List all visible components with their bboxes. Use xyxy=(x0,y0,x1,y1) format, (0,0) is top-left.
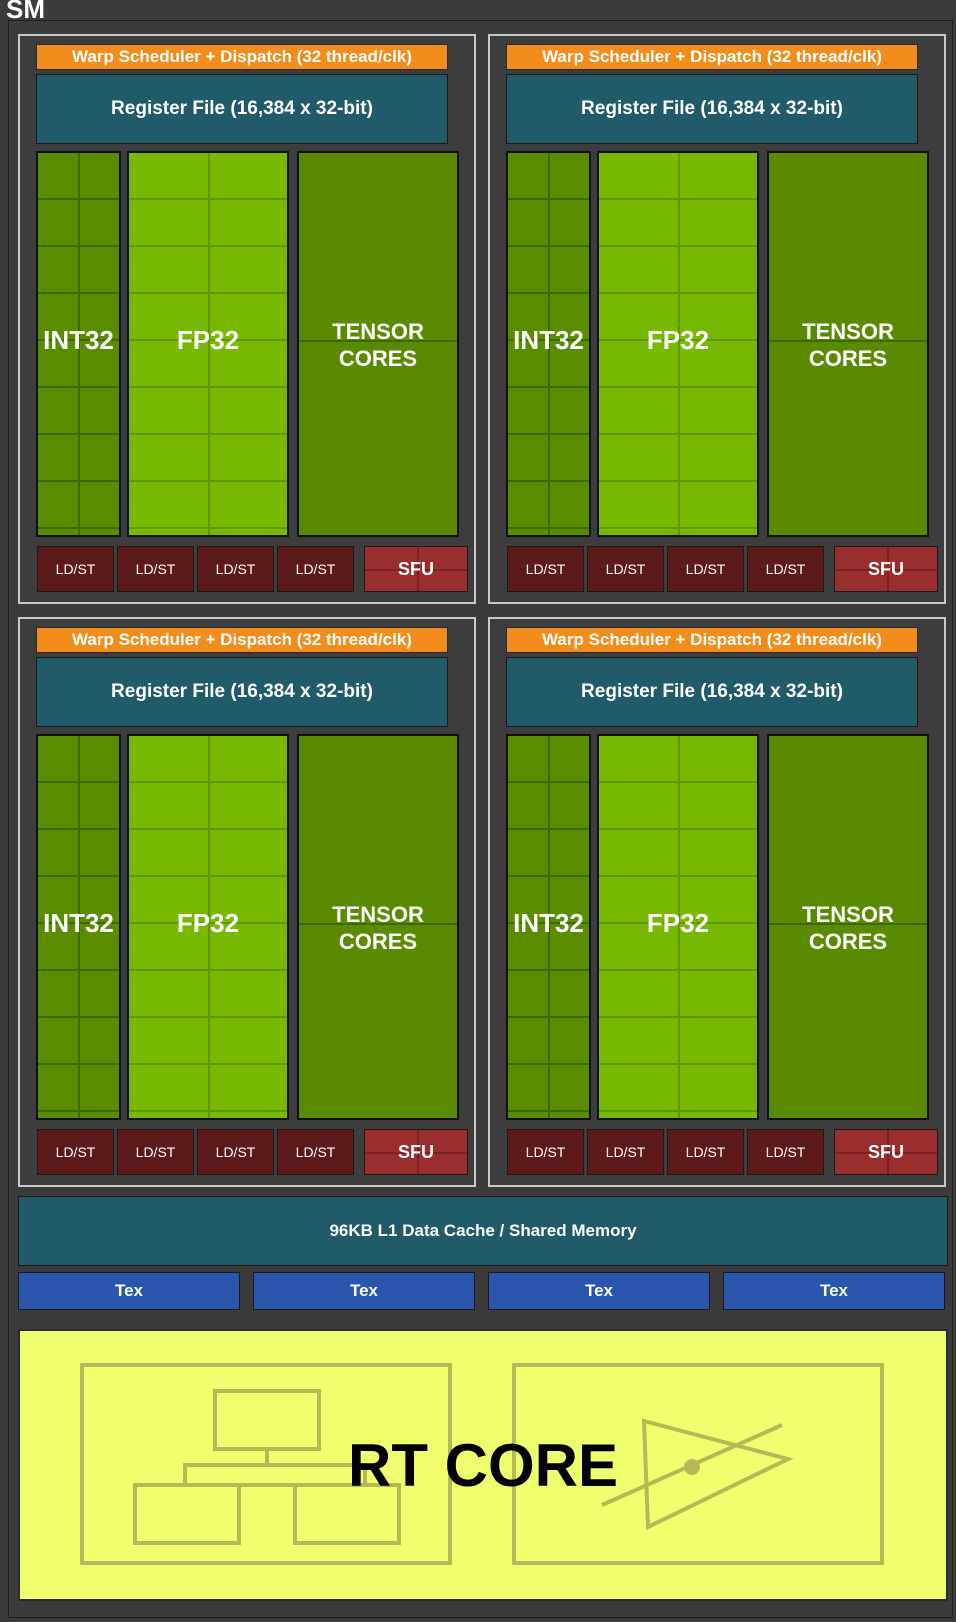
register-file: Register File (16,384 x 32-bit) xyxy=(506,657,918,727)
int32-unit: INT32 xyxy=(506,151,591,537)
int32-label: INT32 xyxy=(513,908,584,938)
sfu-unit: SFU xyxy=(364,1129,468,1175)
ldst-unit: LD/ST xyxy=(507,1129,584,1175)
fp32-label: FP32 xyxy=(646,325,710,355)
int32-label: INT32 xyxy=(43,908,114,938)
int32-label: INT32 xyxy=(43,325,114,355)
tex-unit: Tex xyxy=(723,1272,945,1310)
fp32-label: FP32 xyxy=(176,908,240,938)
tensor-cores-label: TENSOR CORES xyxy=(332,902,424,954)
fp32-unit: FP32 xyxy=(597,734,759,1120)
tensor-cores-label: TENSOR CORES xyxy=(802,902,894,954)
tensor-cores-label: TENSOR CORES xyxy=(802,319,894,371)
tex-unit: Tex xyxy=(253,1272,475,1310)
tensor-cores-unit: TENSOR CORES xyxy=(767,734,929,1120)
fp32-label: FP32 xyxy=(176,325,240,355)
ldst-unit: LD/ST xyxy=(117,546,194,592)
register-file: Register File (16,384 x 32-bit) xyxy=(36,74,448,144)
fp32-unit: FP32 xyxy=(127,734,289,1120)
sm-title: SM xyxy=(6,0,45,24)
rt-core: RT CORE xyxy=(18,1329,948,1601)
ldst-unit: LD/ST xyxy=(667,1129,744,1175)
tensor-cores-unit: TENSOR CORES xyxy=(297,151,459,537)
int32-unit: INT32 xyxy=(506,734,591,1120)
register-file: Register File (16,384 x 32-bit) xyxy=(506,74,918,144)
warp-scheduler: Warp Scheduler + Dispatch (32 thread/clk… xyxy=(506,627,918,653)
int32-unit: INT32 xyxy=(36,734,121,1120)
sm-processing-block: Warp Scheduler + Dispatch (32 thread/clk… xyxy=(488,617,946,1187)
ldst-unit: LD/ST xyxy=(197,1129,274,1175)
ldst-unit: LD/ST xyxy=(277,1129,354,1175)
ldst-unit: LD/ST xyxy=(277,546,354,592)
register-file: Register File (16,384 x 32-bit) xyxy=(36,657,448,727)
tex-unit: Tex xyxy=(18,1272,240,1310)
fp32-unit: FP32 xyxy=(597,151,759,537)
ldst-unit: LD/ST xyxy=(37,1129,114,1175)
int32-unit: INT32 xyxy=(36,151,121,537)
fp32-label: FP32 xyxy=(646,908,710,938)
ldst-unit: LD/ST xyxy=(667,546,744,592)
rt-core-label: RT CORE xyxy=(348,1432,618,1499)
sfu-unit: SFU xyxy=(364,546,468,592)
sfu-unit: SFU xyxy=(834,1129,938,1175)
sm-processing-block: Warp Scheduler + Dispatch (32 thread/clk… xyxy=(488,34,946,604)
warp-scheduler: Warp Scheduler + Dispatch (32 thread/clk… xyxy=(36,627,448,653)
tensor-cores-label: TENSOR CORES xyxy=(332,319,424,371)
ldst-unit: LD/ST xyxy=(747,546,824,592)
l1-data-cache: 96KB L1 Data Cache / Shared Memory xyxy=(18,1196,948,1266)
sfu-unit: SFU xyxy=(834,546,938,592)
fp32-unit: FP32 xyxy=(127,151,289,537)
int32-label: INT32 xyxy=(513,325,584,355)
tex-unit: Tex xyxy=(488,1272,710,1310)
ldst-unit: LD/ST xyxy=(37,546,114,592)
ldst-unit: LD/ST xyxy=(117,1129,194,1175)
ldst-unit: LD/ST xyxy=(507,546,584,592)
tensor-cores-unit: TENSOR CORES xyxy=(767,151,929,537)
tensor-cores-unit: TENSOR CORES xyxy=(297,734,459,1120)
ldst-unit: LD/ST xyxy=(587,1129,664,1175)
warp-scheduler: Warp Scheduler + Dispatch (32 thread/clk… xyxy=(36,44,448,70)
ldst-unit: LD/ST xyxy=(197,546,274,592)
ldst-unit: LD/ST xyxy=(747,1129,824,1175)
sm-processing-block: Warp Scheduler + Dispatch (32 thread/clk… xyxy=(18,617,476,1187)
ldst-unit: LD/ST xyxy=(587,546,664,592)
warp-scheduler: Warp Scheduler + Dispatch (32 thread/clk… xyxy=(506,44,918,70)
sm-processing-block: Warp Scheduler + Dispatch (32 thread/clk… xyxy=(18,34,476,604)
